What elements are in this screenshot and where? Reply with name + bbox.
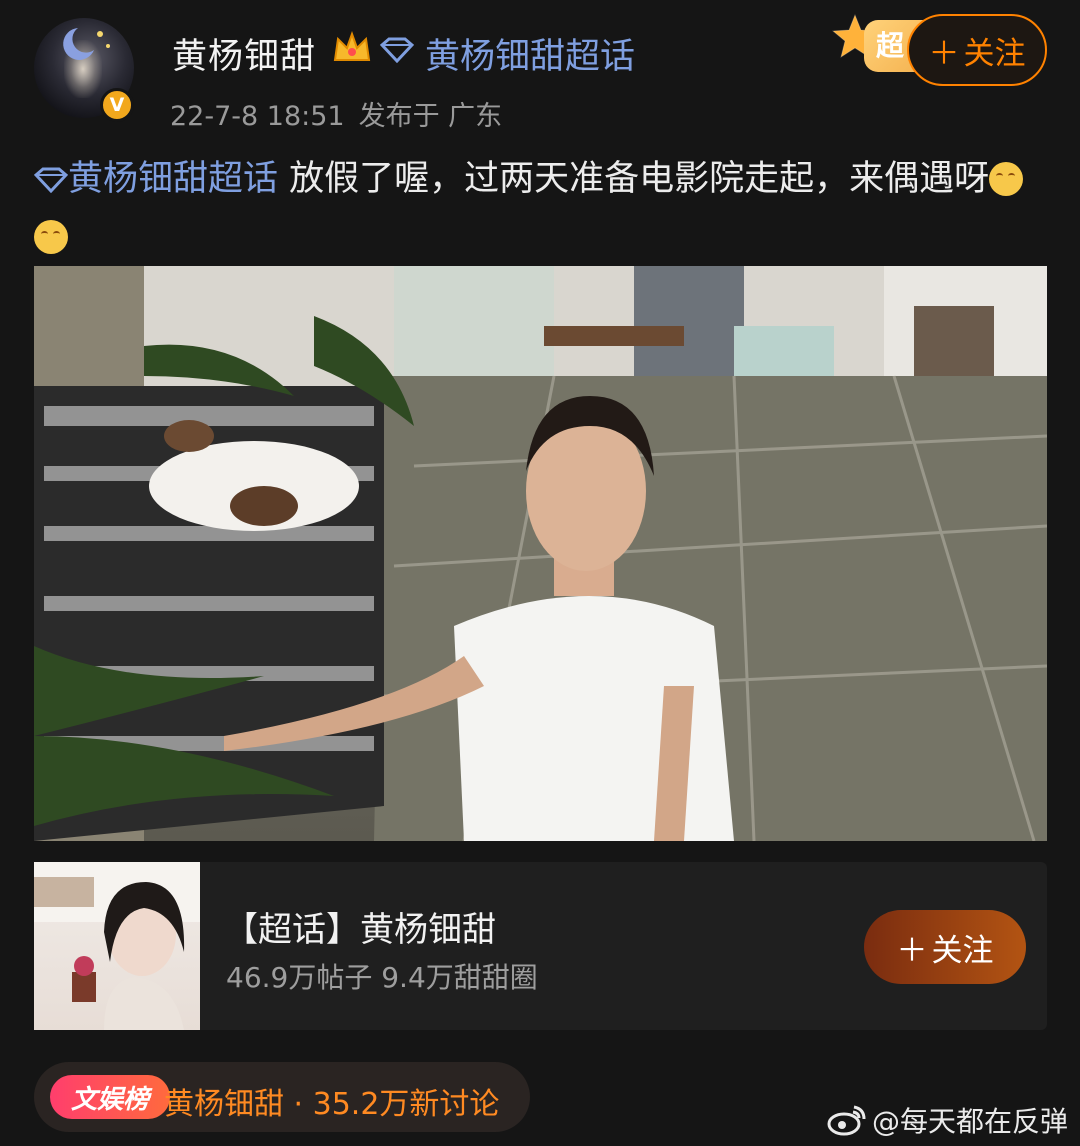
- post-location: 发布于 广东: [358, 101, 503, 132]
- smile-emoji: [34, 220, 68, 254]
- post-body: 放假了喔，过两天准备电影院走起，来偶遇呀: [289, 159, 990, 199]
- author-name[interactable]: 黄杨钿甜: [172, 28, 316, 79]
- topic-follow-button[interactable]: ＋关注: [864, 910, 1026, 984]
- post-photo[interactable]: [34, 266, 1047, 841]
- topic-follow-label: 关注: [931, 932, 994, 969]
- smile-emoji: [989, 162, 1024, 196]
- watermark-text: @每天都在反弹: [872, 1105, 1069, 1138]
- rank-badge: 文娱榜: [50, 1075, 170, 1119]
- post-date: 22-7-8 18:51: [170, 101, 345, 132]
- crown-icon: [333, 31, 371, 61]
- verified-icon: V: [100, 88, 134, 122]
- post-text: 黄杨钿甜超话 放假了喔，过两天准备电影院走起，来偶遇呀: [33, 150, 1054, 266]
- plus-icon: ＋: [896, 932, 928, 969]
- rank-text: 黄杨钿甜 · 35.2万新讨论: [164, 1087, 500, 1122]
- follow-button[interactable]: ＋关注: [907, 14, 1047, 86]
- follow-label: 关注: [963, 35, 1026, 72]
- entertainment-rank-pill[interactable]: 文娱榜 黄杨钿甜 · 35.2万新讨论: [34, 1062, 530, 1132]
- weibo-logo-icon: [827, 1105, 866, 1136]
- topic-thumbnail: [34, 862, 200, 1030]
- post-topic-text: 黄杨钿甜超话: [68, 159, 279, 199]
- post-meta: 22-7-8 18:51 发布于 广东: [170, 94, 502, 133]
- diamond-icon: [33, 167, 69, 194]
- watermark: @每天都在反弹: [826, 1100, 1068, 1140]
- post-topic-link[interactable]: 黄杨钿甜超话: [33, 159, 279, 199]
- super-topic-card[interactable]: 【超话】黄杨钿甜 46.9万帖子 9.4万甜甜圈 ＋关注: [34, 862, 1047, 1030]
- topic-card-stats: 46.9万帖子 9.4万甜甜圈: [226, 961, 538, 994]
- topic-thumbnail-art: [34, 862, 200, 1030]
- diamond-icon: [380, 37, 414, 63]
- moon-deco-icon: [63, 28, 110, 60]
- super-topic-link[interactable]: 黄杨钿甜超话: [425, 28, 635, 79]
- photo-scene: [34, 266, 1047, 841]
- plus-icon: ＋: [928, 35, 960, 72]
- topic-card-title: 【超话】黄杨钿甜: [224, 910, 496, 950]
